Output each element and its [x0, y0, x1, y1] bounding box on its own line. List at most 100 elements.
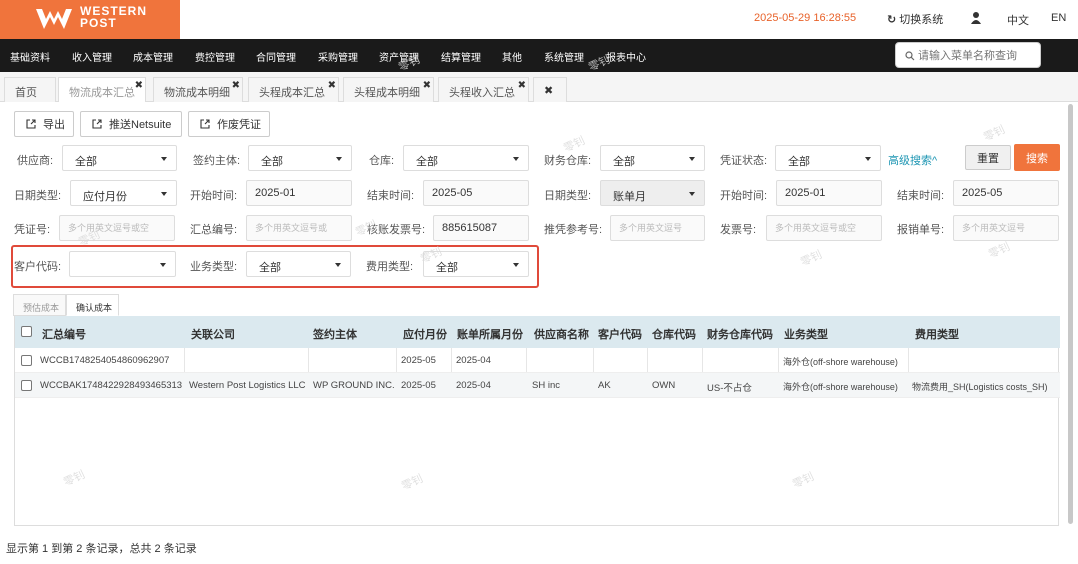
table-row[interactable]: WCCB1748254054860962907 2025-05 2025-04 … [15, 348, 1060, 373]
company-logo[interactable]: WESTERN POST [0, 0, 180, 39]
tab-label: 头程成本汇总 [259, 87, 325, 99]
chevron-down-icon [161, 157, 167, 161]
fee-type-value: 全部 [436, 262, 458, 274]
export-label: 导出 [43, 119, 65, 131]
col-company[interactable]: 关联公司 [191, 326, 235, 342]
close-icon[interactable]: ✖ [328, 80, 336, 91]
advanced-search-link[interactable]: 高级搜索^ [888, 152, 937, 168]
bill-start-time-label: 开始时间: [720, 190, 768, 202]
fin-warehouse-select[interactable]: 全部 [600, 145, 705, 171]
tab-label: 物流成本汇总 [69, 87, 135, 99]
cell-supplier: SH inc [532, 380, 560, 391]
cell-bill-month: 2025-04 [456, 355, 491, 366]
menu-item-expense-control[interactable]: 费控管理 [195, 49, 235, 64]
date-type-select[interactable]: 应付月份 [70, 180, 177, 206]
logo-text: WESTERN POST [80, 5, 147, 29]
col-supplier[interactable]: 供应商名称 [534, 326, 589, 342]
entity-select[interactable]: 全部 [248, 145, 352, 171]
menu-item-settlement[interactable]: 结算管理 [441, 49, 481, 64]
switch-system-button[interactable]: ↻ 切换系统 [887, 11, 943, 27]
menu-item-other[interactable]: 其他 [502, 49, 522, 64]
tab-first-leg-cost-summary[interactable]: 头程成本汇总 ✖ [248, 77, 339, 102]
menu-item-contract[interactable]: 合同管理 [256, 49, 296, 64]
chevron-down-icon [689, 157, 695, 161]
bill-date-type-value: 账单月 [613, 191, 646, 203]
user-icon[interactable] [971, 11, 981, 25]
row-checkbox[interactable] [21, 380, 32, 391]
voucher-status-value: 全部 [788, 156, 810, 168]
close-all-tabs-button[interactable]: ✖ [533, 77, 567, 102]
voucher-status-select[interactable]: 全部 [775, 145, 881, 171]
tab-logistics-cost-detail[interactable]: 物流成本明细 ✖ [153, 77, 243, 102]
menu-item-system[interactable]: 系统管理 [544, 49, 584, 64]
menu-item-purchase[interactable]: 采购管理 [318, 49, 358, 64]
select-all-checkbox[interactable] [21, 326, 32, 337]
close-icon[interactable]: ✖ [135, 80, 143, 91]
chevron-down-icon [160, 263, 166, 267]
menu-item-cost[interactable]: 成本管理 [133, 49, 173, 64]
bill-date-type-select[interactable]: 账单月 [600, 180, 705, 206]
col-biz-type[interactable]: 业务类型 [784, 326, 828, 342]
vertical-scrollbar[interactable] [1066, 104, 1074, 524]
close-icon[interactable]: ✖ [518, 80, 526, 91]
menu-item-income[interactable]: 收入管理 [72, 49, 112, 64]
col-summary-no[interactable]: 汇总编号 [42, 326, 86, 342]
scrollbar-thumb[interactable] [1068, 104, 1073, 524]
pagination-info: 显示第 1 到第 2 条记录，总共 2 条记录 [6, 543, 197, 555]
start-time-input[interactable] [246, 180, 352, 206]
col-fin-warehouse[interactable]: 财务仓库代码 [707, 326, 773, 342]
menu-search-input[interactable] [918, 47, 1036, 64]
end-time-input[interactable] [423, 180, 529, 206]
bill-end-time-input[interactable] [953, 180, 1059, 206]
push-netsuite-button[interactable]: 推送Netsuite [80, 111, 182, 137]
export-button[interactable]: 导出 [14, 111, 74, 137]
search-button[interactable]: 搜索 [1014, 144, 1060, 171]
summary-no-input[interactable] [246, 215, 352, 241]
bill-end-time-label: 结束时间: [897, 190, 945, 202]
close-icon[interactable]: ✖ [232, 80, 240, 91]
bill-start-time-input[interactable] [776, 180, 882, 206]
biz-type-value: 全部 [259, 262, 281, 274]
col-fee-type[interactable]: 费用类型 [915, 326, 959, 342]
tab-first-leg-cost-detail[interactable]: 头程成本明细 ✖ [343, 77, 434, 102]
row-checkbox[interactable] [21, 355, 32, 366]
col-entity[interactable]: 签约主体 [313, 326, 357, 342]
close-icon[interactable]: ✖ [423, 80, 431, 91]
entity-value: 全部 [261, 156, 283, 168]
menu-search-box[interactable] [895, 42, 1041, 68]
invoice-check-input[interactable] [433, 215, 529, 241]
switch-system-label: 切换系统 [899, 14, 944, 26]
lang-zh-button[interactable]: 中文 [1007, 12, 1029, 28]
fee-type-label: 费用类型: [366, 261, 414, 273]
invoice-no-input[interactable] [766, 215, 882, 241]
cell-summary-no: WCCB1748254054860962907 [40, 355, 170, 366]
void-voucher-button[interactable]: 作废凭证 [188, 111, 270, 137]
col-bill-month[interactable]: 账单所属月份 [457, 326, 523, 342]
warehouse-select[interactable]: 全部 [403, 145, 529, 171]
reset-button[interactable]: 重置 [965, 145, 1011, 170]
cost-summary-table: 汇总编号 关联公司 签约主体 应付月份 账单所属月份 供应商名称 客户代码 仓库… [14, 316, 1060, 526]
tab-label: 头程收入汇总 [449, 87, 515, 99]
tab-estimated-cost[interactable]: 预估成本 [13, 294, 66, 316]
watermark: 零钊 [798, 248, 824, 269]
lang-en-button[interactable]: EN [1051, 12, 1066, 24]
menu-item-reports[interactable]: 报表中心 [606, 49, 646, 64]
voucher-no-label: 凭证号: [14, 224, 51, 236]
supplier-select[interactable]: 全部 [62, 145, 177, 171]
tab-confirmed-cost[interactable]: 确认成本 [66, 294, 119, 316]
col-warehouse[interactable]: 仓库代码 [652, 326, 696, 342]
reimb-no-input[interactable] [953, 215, 1059, 241]
tab-label: 头程成本明细 [354, 87, 420, 99]
col-pay-month[interactable]: 应付月份 [403, 326, 447, 342]
push-ref-input[interactable] [610, 215, 705, 241]
biz-type-select[interactable]: 全部 [246, 251, 351, 277]
col-customer[interactable]: 客户代码 [598, 326, 642, 342]
tab-first-leg-income-summary[interactable]: 头程收入汇总 ✖ [438, 77, 529, 102]
logo-line2: POST [80, 16, 117, 30]
customer-code-select[interactable] [69, 251, 176, 277]
tab-home[interactable]: 首页 [4, 77, 56, 102]
menu-item-basic-data[interactable]: 基础资料 [10, 49, 50, 64]
logo-mark-icon [36, 9, 72, 29]
table-row[interactable]: WCCBAK1748422928493465313 Western Post L… [15, 373, 1060, 398]
tab-logistics-cost-summary[interactable]: 物流成本汇总 ✖ [58, 77, 146, 102]
